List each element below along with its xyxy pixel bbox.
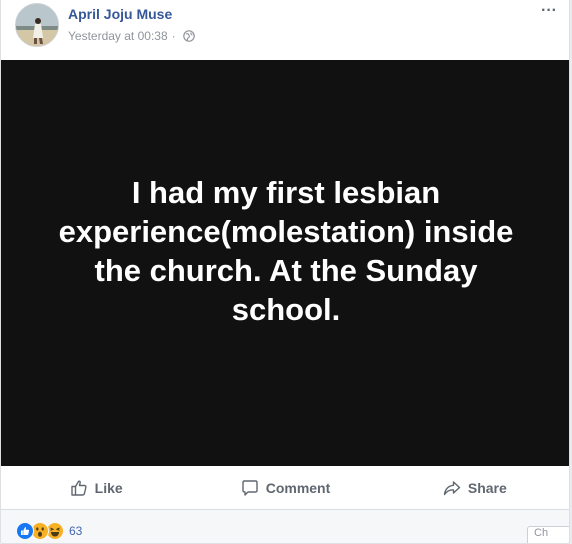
- meta-separator: ·: [171, 29, 176, 43]
- post-meta: Yesterday at 00:38 ·: [68, 29, 195, 43]
- reaction-summary[interactable]: 63: [16, 522, 82, 540]
- more-options-button[interactable]: ···: [541, 2, 557, 20]
- chat-tab[interactable]: Ch: [527, 526, 569, 543]
- share-label: Share: [467, 479, 507, 496]
- post-image[interactable]: I had my first lesbian experience(molest…: [1, 60, 569, 466]
- author-name[interactable]: April Joju Muse: [68, 6, 172, 22]
- avatar-photo: [16, 4, 58, 46]
- post-actions: Like Comment Share: [1, 466, 569, 510]
- reaction-count[interactable]: 63: [69, 524, 82, 538]
- feed-post: April Joju Muse Yesterday at 00:38 · ···…: [0, 0, 570, 544]
- thumbs-up-icon: [70, 479, 87, 496]
- comment-button[interactable]: Comment: [190, 466, 379, 509]
- comment-label: Comment: [265, 479, 331, 496]
- author-avatar[interactable]: [15, 3, 59, 47]
- like-label: Like: [94, 479, 123, 496]
- share-icon: [443, 480, 461, 495]
- reactions-bar: 63: [1, 510, 569, 543]
- comment-icon: [242, 479, 258, 496]
- globe-icon[interactable]: [182, 30, 195, 42]
- like-icon: [16, 522, 34, 540]
- like-button[interactable]: Like: [1, 466, 190, 509]
- post-timestamp[interactable]: Yesterday at 00:38: [68, 29, 168, 43]
- post-image-text: I had my first lesbian experience(molest…: [58, 175, 514, 327]
- post-header: April Joju Muse Yesterday at 00:38 · ···: [1, 0, 569, 60]
- share-button[interactable]: Share: [380, 466, 569, 509]
